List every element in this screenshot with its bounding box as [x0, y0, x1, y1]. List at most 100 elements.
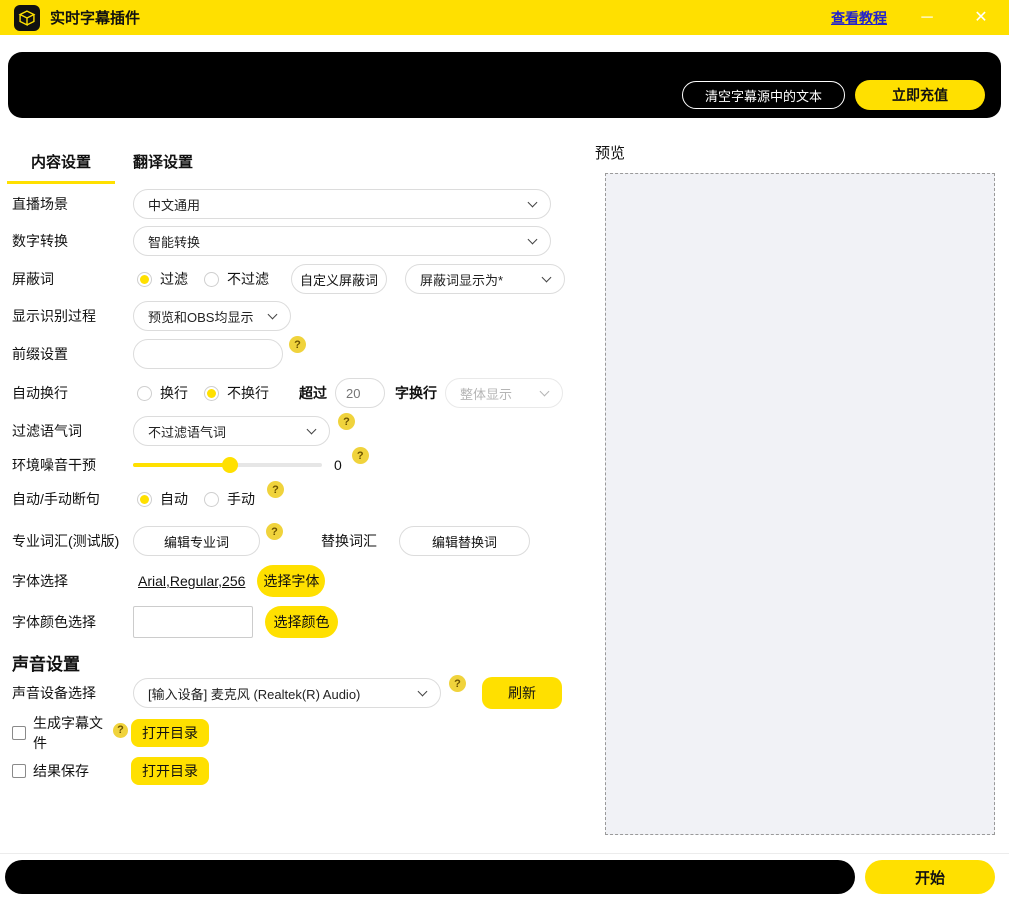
row-prefix: 前缀设置 ?	[12, 338, 306, 370]
radio-no-wrap-label[interactable]: 不换行	[227, 383, 269, 403]
font-color-input[interactable]	[134, 607, 252, 637]
row-pro-vocab: 专业词汇(测试版) 编辑专业词 ? 替换词汇 编辑替换词	[12, 525, 530, 557]
recognition-display-select[interactable]: 预览和OBS均显示	[133, 301, 291, 331]
app-window: 实时字幕插件 查看教程 ─ ✕ 清空字幕源中的文本 立即充值 内容设置 翻译设置…	[0, 0, 1009, 903]
subtitle-file-help-icon[interactable]: ?	[113, 723, 128, 738]
current-font-link[interactable]: Arial,Regular,256	[138, 573, 245, 589]
chevron-down-icon	[528, 234, 538, 244]
top-banner: 清空字幕源中的文本 立即充值	[8, 52, 1001, 118]
edit-replace-vocab-button[interactable]: 编辑替换词	[399, 526, 530, 556]
open-subtitle-dir-button[interactable]: 打开目录	[131, 719, 209, 747]
chevron-down-icon	[528, 197, 538, 207]
radio-wrap[interactable]	[137, 386, 152, 401]
title-bar: 实时字幕插件 查看教程 ─ ✕	[0, 0, 1009, 35]
radio-manual-break-label[interactable]: 手动	[227, 489, 255, 509]
preview-title: 预览	[595, 142, 625, 163]
subtitle-file-checkbox[interactable]	[12, 726, 26, 740]
radio-auto-break[interactable]	[137, 492, 152, 507]
tutorial-link[interactable]: 查看教程	[831, 8, 887, 28]
filler-filter-help-icon[interactable]: ?	[338, 413, 355, 430]
live-scene-label: 直播场景	[12, 194, 133, 214]
subtitle-file-label-wrap: 生成字幕文件 ?	[26, 713, 128, 753]
prefix-label: 前缀设置	[12, 344, 133, 364]
replace-vocab-label: 替换词汇	[321, 531, 377, 551]
sound-device-help-icon[interactable]: ?	[449, 675, 466, 692]
result-save-label[interactable]: 结果保存	[33, 763, 89, 779]
row-sound-device: 声音设备选择 [输入设备] 麦克风 (Realtek(R) Audio) ? 刷…	[12, 677, 562, 709]
row-font-select: 字体选择 Arial,Regular,256 选择字体	[12, 565, 325, 597]
result-save-checkbox[interactable]	[12, 764, 26, 778]
noise-label: 环境噪音干预	[12, 455, 133, 475]
refresh-button[interactable]: 刷新	[482, 677, 562, 709]
chevron-down-icon	[307, 424, 317, 434]
radio-auto-break-label[interactable]: 自动	[160, 489, 188, 509]
number-convert-select[interactable]: 智能转换	[133, 226, 551, 256]
slider-thumb[interactable]	[222, 457, 238, 473]
pro-vocab-label: 专业词汇(测试版)	[12, 531, 133, 551]
chevron-down-icon	[418, 686, 428, 696]
number-convert-label: 数字转换	[12, 231, 133, 251]
sentence-break-help-icon[interactable]: ?	[267, 481, 284, 498]
row-result-save: 结果保存 打开目录	[12, 755, 209, 787]
clear-subtitle-source-button[interactable]: 清空字幕源中的文本	[682, 81, 845, 109]
radio-no-filter[interactable]	[204, 272, 219, 287]
banner-buttons: 清空字幕源中的文本 立即充值	[682, 80, 985, 110]
row-noise: 环境噪音干预 0 ?	[12, 449, 369, 481]
tab-content-settings[interactable]: 内容设置	[30, 145, 92, 184]
recharge-button[interactable]: 立即充值	[855, 80, 985, 110]
app-title: 实时字幕插件	[50, 7, 140, 28]
filler-filter-label: 过滤语气词	[12, 421, 133, 441]
wrap-display-mode-value: 整体显示	[460, 384, 512, 403]
live-scene-select[interactable]: 中文通用	[133, 189, 551, 219]
prefix-input[interactable]	[148, 347, 268, 362]
sound-device-label: 声音设备选择	[12, 683, 133, 703]
row-number-convert: 数字转换 智能转换	[12, 225, 551, 257]
chevron-down-icon	[542, 272, 552, 282]
custom-blocked-words-button[interactable]: 自定义屏蔽词	[291, 264, 387, 294]
start-button[interactable]: 开始	[865, 860, 995, 894]
close-button[interactable]: ✕	[967, 10, 995, 26]
open-result-dir-button[interactable]: 打开目录	[131, 757, 209, 785]
radio-no-wrap[interactable]	[204, 386, 219, 401]
radio-wrap-label[interactable]: 换行	[160, 383, 188, 403]
row-filler-filter: 过滤语气词 不过滤语气词 ?	[12, 415, 355, 447]
row-recognition-display: 显示识别过程 预览和OBS均显示	[12, 300, 291, 332]
choose-font-button[interactable]: 选择字体	[257, 565, 325, 597]
minimize-button[interactable]: ─	[913, 10, 941, 26]
choose-color-button[interactable]: 选择颜色	[265, 606, 338, 638]
sound-device-select[interactable]: [输入设备] 麦克风 (Realtek(R) Audio)	[133, 678, 441, 708]
edit-pro-vocab-button[interactable]: 编辑专业词	[133, 526, 260, 556]
live-scene-value: 中文通用	[148, 195, 200, 214]
subtitle-file-label[interactable]: 生成字幕文件	[33, 713, 111, 753]
settings-tabs: 内容设置 翻译设置	[0, 145, 194, 184]
pro-vocab-help-icon[interactable]: ?	[266, 523, 283, 540]
filler-filter-value: 不过滤语气词	[148, 422, 226, 441]
blocked-words-display-select[interactable]: 屏蔽词显示为*	[405, 264, 565, 294]
sound-section-title: 声音设置	[12, 650, 80, 675]
wrap-display-mode-select[interactable]: 整体显示	[445, 378, 563, 408]
recognition-display-label: 显示识别过程	[12, 306, 133, 326]
preview-area	[605, 173, 995, 835]
noise-slider[interactable]	[133, 457, 322, 473]
filler-filter-select[interactable]: 不过滤语气词	[133, 416, 330, 446]
row-font-color: 字体颜色选择 选择颜色	[12, 604, 338, 640]
radio-no-filter-label[interactable]: 不过滤	[227, 269, 269, 289]
tab-translation-settings[interactable]: 翻译设置	[132, 145, 194, 184]
radio-manual-break[interactable]	[204, 492, 219, 507]
sound-device-value: [输入设备] 麦克风 (Realtek(R) Audio)	[148, 684, 360, 703]
row-sentence-break: 自动/手动断句 自动 手动 ?	[12, 483, 284, 515]
noise-help-icon[interactable]: ?	[352, 447, 369, 464]
font-color-label: 字体颜色选择	[12, 612, 133, 632]
result-save-label-wrap: 结果保存	[26, 761, 128, 781]
row-auto-wrap: 自动换行 换行 不换行 超过 字换行 整体显示	[12, 377, 563, 409]
footer-divider	[0, 853, 1009, 854]
prefix-help-icon[interactable]: ?	[289, 336, 306, 353]
blocked-words-display-value: 屏蔽词显示为*	[420, 270, 503, 289]
wrap-count-input[interactable]	[346, 386, 374, 401]
auto-wrap-label: 自动换行	[12, 383, 133, 403]
radio-filter-label[interactable]: 过滤	[160, 269, 188, 289]
recognition-display-value: 预览和OBS均显示	[148, 307, 253, 326]
radio-filter[interactable]	[137, 272, 152, 287]
wrap-count-input-wrap	[335, 378, 385, 408]
cube-icon	[17, 8, 37, 28]
